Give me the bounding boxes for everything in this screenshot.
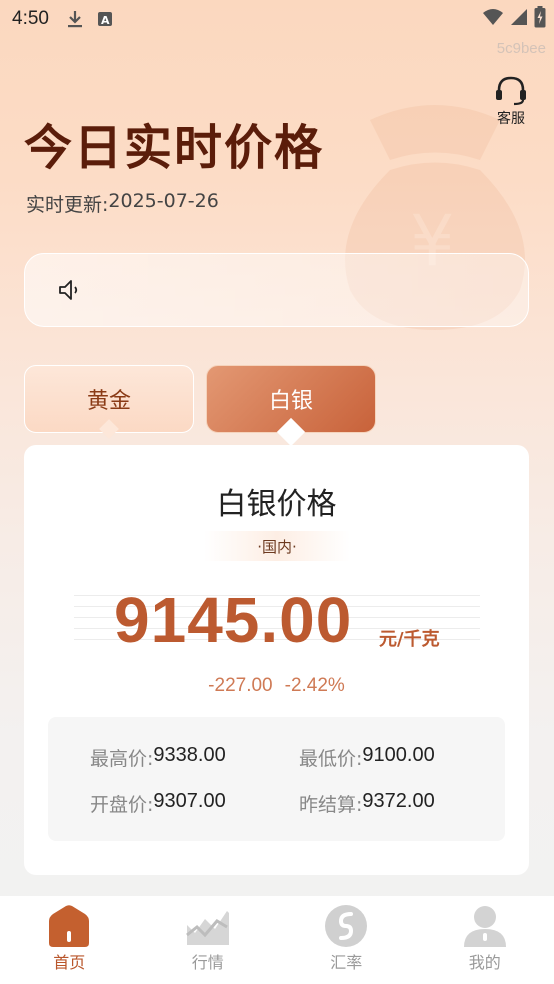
customer-service-label: 客服 [497, 111, 525, 127]
price-stats: 最高价: 9338.00 最低价: 9100.00 开盘价: 9307.00 昨… [48, 717, 505, 841]
change-amount: -227.00 [208, 675, 273, 696]
svg-text:A: A [101, 14, 110, 27]
nav-exchange-label: 汇率 [330, 953, 363, 972]
stat-low: 最低价: 9100.00 [299, 744, 435, 771]
page-title: 今日实时价格 [24, 120, 325, 176]
price-change: -227.00 -2.42% [24, 675, 529, 697]
home-icon [49, 905, 90, 947]
status-time: 4:50 [12, 8, 49, 29]
battery-icon [534, 6, 546, 28]
tab-gold[interactable]: 黄金 [24, 365, 194, 439]
update-date: 2025-07-26 [108, 190, 219, 212]
stat-open-value: 9307.00 [153, 790, 226, 812]
region-tag: ·国内· [204, 531, 350, 561]
current-price: 9145.00 [114, 584, 353, 656]
nav-market[interactable]: 行情 [139, 896, 278, 984]
stat-open: 开盘价: 9307.00 [90, 790, 226, 817]
watermark-text: 5c9bee [496, 40, 546, 57]
exchange-icon [325, 905, 368, 947]
card-title: 白银价格 [216, 487, 337, 522]
stat-low-value: 9100.00 [362, 744, 435, 766]
tab-silver-label: 白银 [268, 389, 313, 414]
price-unit: 元/千克 [379, 629, 440, 650]
signal-icon [511, 9, 527, 25]
stat-high-label: 最高价: [90, 748, 154, 770]
nav-market-label: 行情 [191, 953, 224, 972]
wifi-icon [483, 9, 503, 25]
chart-icon [185, 911, 229, 945]
notice-bar[interactable] [24, 253, 529, 327]
speaker-icon [59, 280, 78, 300]
customer-service-button[interactable]: 客服 [494, 76, 528, 128]
update-time: 实时更新: 2025-07-26 [26, 190, 219, 217]
stat-open-label: 开盘价: [90, 794, 154, 816]
tab-gold-label: 黄金 [86, 389, 131, 414]
nav-home[interactable]: 首页 [0, 896, 139, 984]
stat-high: 最高价: 9338.00 [90, 744, 226, 771]
nav-home-label: 首页 [53, 953, 86, 972]
nav-profile-label: 我的 [468, 953, 501, 972]
stat-settle-value: 9372.00 [362, 790, 435, 812]
metal-tabs: 黄金 白银 [24, 365, 529, 447]
status-bar: 4:50 A [0, 0, 554, 38]
stat-low-label: 最低价: [299, 748, 363, 770]
stat-settle: 昨结算: 9372.00 [299, 790, 435, 817]
bottom-nav: 首页 行情 汇率 我的 [0, 896, 554, 984]
change-percent: -2.42% [284, 675, 345, 696]
nav-profile[interactable]: 我的 [416, 896, 554, 984]
headset-icon [496, 76, 526, 106]
price-card: 白银价格 ·国内· 9145.00 元/千克 -227.00 -2.42% 最高… [24, 445, 529, 875]
nav-exchange[interactable]: 汇率 [277, 896, 416, 984]
user-icon [463, 906, 506, 947]
app-notification-icon: A [97, 12, 112, 27]
tab-silver[interactable]: 白银 [206, 365, 376, 447]
update-prefix: 实时更新: [26, 194, 109, 216]
stat-settle-label: 昨结算: [299, 794, 363, 816]
stat-high-value: 9338.00 [153, 744, 226, 766]
download-icon [67, 11, 82, 28]
